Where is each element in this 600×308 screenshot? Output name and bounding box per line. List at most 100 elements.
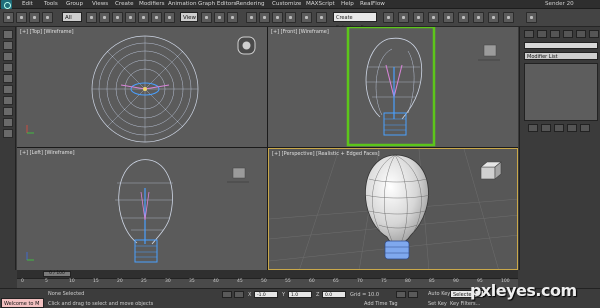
viewport-left[interactable]: [+] [Left] [Wireframe] [17,148,267,270]
tick-label: 90 [453,279,459,284]
angle-snap-icon[interactable] [259,12,270,23]
time-slider[interactable]: 0 / 100 [43,271,71,277]
menu-help[interactable]: Help [341,1,354,7]
z-coordinate-field[interactable]: 0.0 [322,291,346,298]
tool-4-icon[interactable] [3,63,13,72]
viewport-top-label[interactable]: [+] [Top] [Wireframe] [20,29,74,35]
set-key-button[interactable]: Set Key [428,301,447,307]
play-icon[interactable] [408,291,418,298]
menu-tools[interactable]: Tools [44,1,58,7]
viewport-left-label[interactable]: [+] [Left] [Wireframe] [20,150,75,156]
percent-snap-icon[interactable] [272,12,283,23]
menu-graph-editors[interactable]: Graph Editors [198,1,236,7]
create-tab-icon[interactable] [524,30,534,38]
keyboard-shortcut-icon[interactable] [227,12,238,23]
utilities-tab-icon[interactable] [589,30,599,38]
layer-manager-icon[interactable] [398,12,409,23]
menu-realflow[interactable]: RealFlow [360,1,385,7]
tool-5-icon[interactable] [3,74,13,83]
tool-8-icon[interactable] [3,107,13,116]
x-coordinate-field[interactable]: -1.0 [254,291,278,298]
menu-views[interactable]: Views [92,1,108,7]
hierarchy-tab-icon[interactable] [550,30,560,38]
tool-3-icon[interactable] [3,52,13,61]
top-view-wireframe [26,35,256,143]
render-production-icon[interactable] [503,12,514,23]
spinner-snap-icon[interactable] [285,12,296,23]
named-selection-field[interactable]: Create Selection Se [333,12,377,31]
selection-filter-dropdown[interactable]: All [62,12,82,22]
tool-7-icon[interactable] [3,96,13,105]
tool-10-icon[interactable] [3,129,13,138]
align-icon[interactable] [383,12,394,23]
selection-status: None Selected [48,291,85,297]
show-end-result-icon[interactable] [541,124,551,132]
key-filters-button[interactable]: Key Filters... [450,301,480,307]
select-object-icon[interactable] [86,12,97,23]
mirror-icon[interactable] [316,12,327,23]
curve-editor-icon[interactable] [428,12,439,23]
viewport-front[interactable]: [+] [Front] [Wireframe] [268,27,518,147]
tool-6-icon[interactable] [3,85,13,94]
tool-1-icon[interactable] [3,30,13,39]
reference-coordinate-dropdown[interactable]: View [180,12,198,22]
pin-stack-icon[interactable] [528,124,538,132]
viewport-perspective[interactable]: [+] [Perspective] [Realistic + Edged Fac… [268,148,518,270]
menu-group[interactable]: Group [66,1,83,7]
tick-label: 5 [45,279,48,284]
link-icon[interactable] [29,12,40,23]
y-label: Y [282,292,286,298]
window-crossing-icon[interactable] [125,12,136,23]
go-to-start-icon[interactable] [396,291,406,298]
select-manipulate-icon[interactable] [214,12,225,23]
track-bar[interactable]: 0 5 10 15 20 25 30 35 40 45 50 55 60 65 … [17,278,518,288]
region-select-icon[interactable] [112,12,123,23]
lock-selection-icon[interactable] [222,291,232,298]
tool-2-icon[interactable] [3,41,13,50]
modifier-list-dropdown[interactable]: Modifier List [524,52,598,60]
make-unique-icon[interactable] [554,124,564,132]
schematic-view-icon[interactable] [443,12,454,23]
rendered-frame-icon[interactable] [488,12,499,23]
absolute-mode-icon[interactable] [234,291,244,298]
graphite-ribbon-icon[interactable] [413,12,424,23]
prompt-line: Click and drag to select and move object… [48,301,154,307]
menu-edit[interactable]: Edit [22,1,33,7]
rotate-icon[interactable] [151,12,162,23]
remove-modifier-icon[interactable] [567,124,577,132]
menu-animation[interactable]: Animation [168,1,197,7]
tool-9-icon[interactable] [3,118,13,127]
redo-icon[interactable] [16,12,27,23]
render-setup-icon[interactable] [473,12,484,23]
viewport-top[interactable]: [+] [Top] [Wireframe] [17,27,267,147]
menu-maxscript[interactable]: MAXScript [306,1,335,7]
edit-named-selection-icon[interactable] [301,12,312,23]
add-time-tag[interactable]: Add Time Tag [364,301,398,307]
material-editor-icon[interactable] [458,12,469,23]
menu-create[interactable]: Create [115,1,134,7]
snaps-toggle-icon[interactable] [246,12,257,23]
unlink-icon[interactable] [42,12,53,23]
display-tab-icon[interactable] [576,30,586,38]
modifier-stack[interactable] [524,63,598,121]
auto-key-button[interactable]: Auto Key [428,291,450,297]
modify-tab-icon[interactable] [537,30,547,38]
front-view-wireframe [346,27,500,147]
object-name-field[interactable] [524,42,598,49]
move-icon[interactable] [138,12,149,23]
scale-icon[interactable] [164,12,175,23]
y-coordinate-field[interactable]: 1.0 [288,291,312,298]
configure-modifier-sets-icon[interactable] [580,124,590,132]
maxscript-listener[interactable]: Welcome to M [1,298,44,308]
menu-customize[interactable]: Customize [272,1,301,7]
menu-modifiers[interactable]: Modifiers [139,1,165,7]
select-by-name-icon[interactable] [99,12,110,23]
command-create-icon[interactable] [526,12,537,23]
menu-rendering[interactable]: Rendering [236,1,265,7]
motion-tab-icon[interactable] [563,30,573,38]
pivot-center-icon[interactable] [201,12,212,23]
undo-icon[interactable] [3,12,14,23]
application-button[interactable] [1,0,12,9]
viewport-front-label[interactable]: [+] [Front] [Wireframe] [271,29,329,35]
viewport-perspective-label[interactable]: [+] [Perspective] [Realistic + Edged Fac… [272,151,380,157]
